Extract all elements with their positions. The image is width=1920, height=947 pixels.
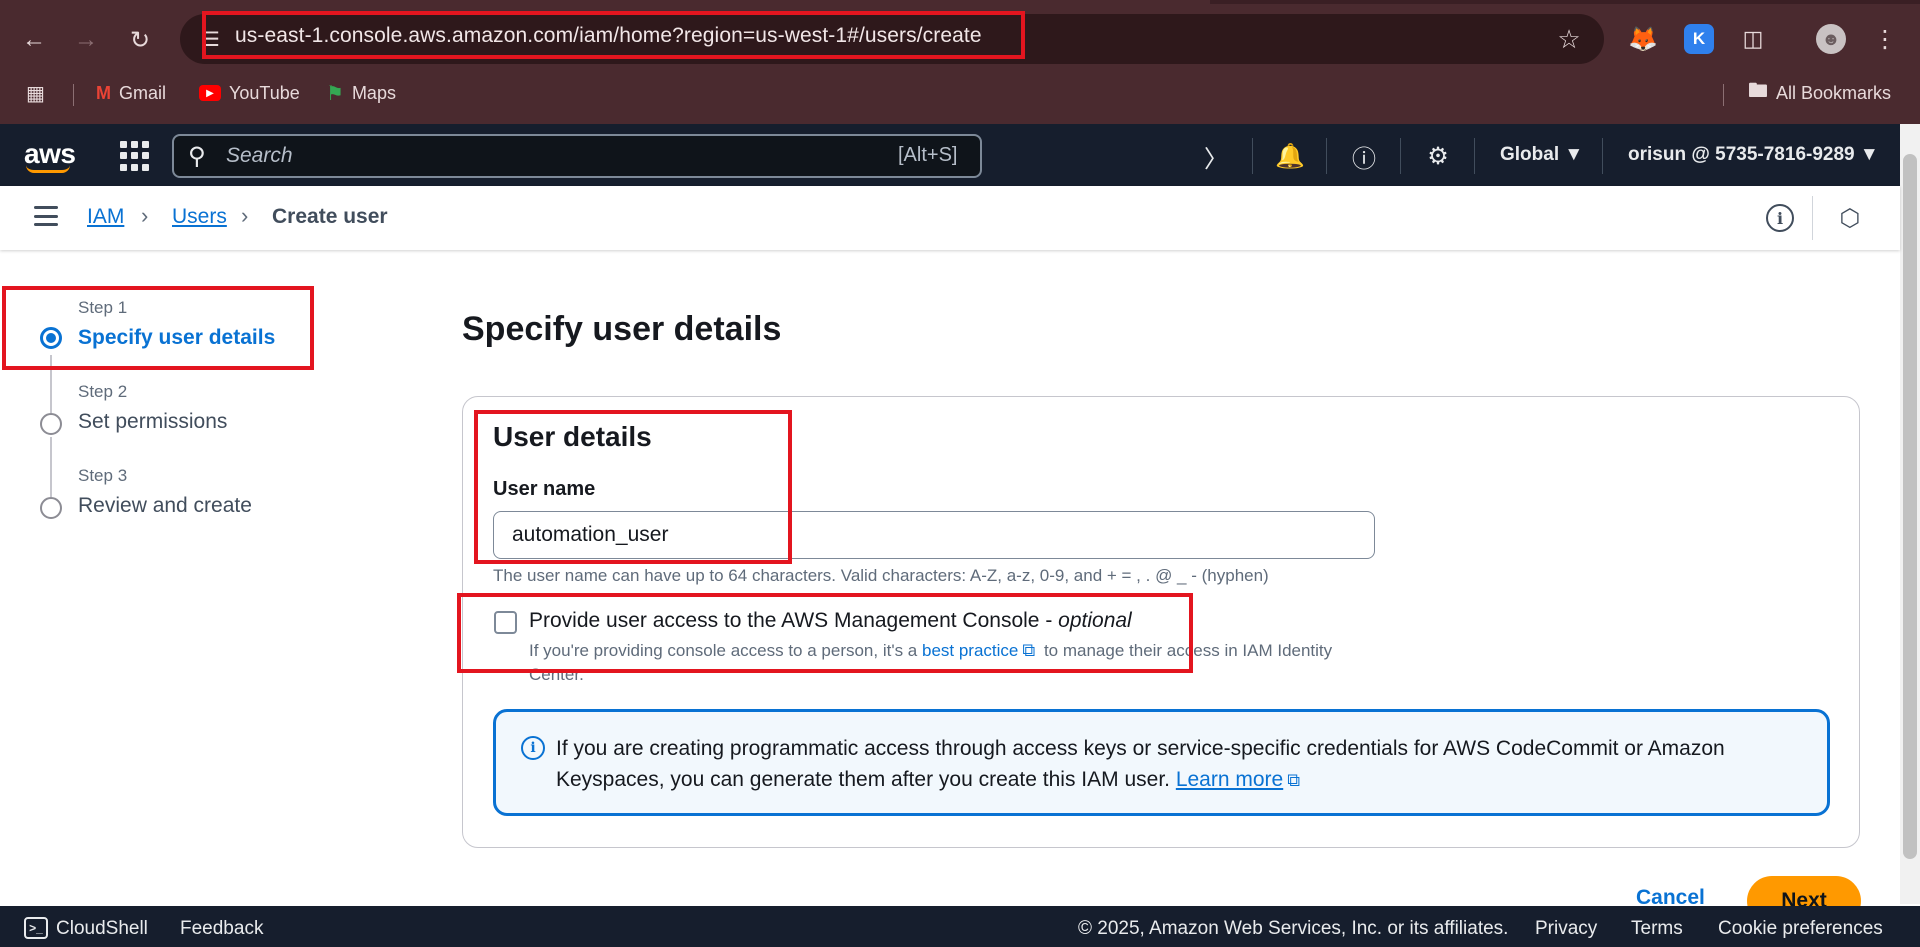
footer-feedback[interactable]: Feedback <box>180 918 263 940</box>
all-bookmarks-label: All Bookmarks <box>1776 82 1892 103</box>
bookmark-label: YouTube <box>229 82 300 103</box>
header-divider <box>1474 138 1475 174</box>
header-divider <box>1602 138 1603 174</box>
console-access-checkbox[interactable] <box>494 611 517 634</box>
step-1-title[interactable]: Specify user details <box>78 326 275 350</box>
youtube-icon: ▶ <box>199 85 221 101</box>
console-access-description: If you're providing console access to a … <box>529 638 1349 687</box>
metamask-extension-icon[interactable]: 🦊 <box>1628 24 1658 54</box>
breadcrumb-divider <box>1812 196 1813 240</box>
footer-cloudshell[interactable]: CloudShell <box>56 918 148 940</box>
maps-icon: ⚑ <box>326 82 344 105</box>
chevron-right-icon: › <box>241 203 249 228</box>
gmail-icon: M <box>96 82 111 103</box>
info-panel-icon[interactable]: i <box>1766 204 1794 232</box>
region-label: Global <box>1500 144 1560 165</box>
caret-down-icon: ▼ <box>1564 144 1584 165</box>
alert-text: If you are creating programmatic access … <box>556 737 1725 791</box>
browser-menu-icon[interactable]: ⋮ <box>1870 24 1900 54</box>
breadcrumb-iam[interactable]: IAM <box>87 205 124 229</box>
header-divider <box>1252 138 1253 174</box>
step-3-label: Step 3 <box>78 466 128 485</box>
external-link-icon[interactable]: ⧉ <box>1022 640 1035 660</box>
account-label: orisun @ 5735-7816-9289 <box>1628 144 1855 165</box>
cloudshell-icon[interactable]: 〉 <box>1200 140 1232 173</box>
step-1-label: Step 1 <box>78 298 128 317</box>
url-text[interactable]: us-east-1.console.aws.amazon.com/iam/hom… <box>235 24 982 48</box>
footer-terms[interactable]: Terms <box>1631 918 1683 940</box>
breadcrumb-current: Create user <box>272 205 388 228</box>
step-1-indicator-icon <box>40 327 62 349</box>
footer-privacy[interactable]: Privacy <box>1535 918 1597 940</box>
tab-strip <box>1210 0 1920 4</box>
step-3-indicator-icon <box>40 497 62 519</box>
header-divider <box>1400 138 1401 174</box>
chevron-right-icon: › <box>141 203 149 228</box>
step-2-label: Step 2 <box>78 382 128 401</box>
search-placeholder: Search <box>226 144 293 167</box>
search-icon: ⚲ <box>188 143 206 170</box>
folder-icon: 🖿 <box>1748 80 1768 102</box>
header-divider <box>1326 138 1327 174</box>
settings-gear-icon[interactable]: ⚙ <box>1422 140 1454 172</box>
extensions-puzzle-icon[interactable]: ◫ <box>1738 24 1768 54</box>
user-name-hint: The user name can have up to 64 characte… <box>493 566 1269 585</box>
page-title: Specify user details <box>462 310 782 348</box>
back-button[interactable]: ← <box>16 22 52 58</box>
footer-cookie-preferences[interactable]: Cookie preferences <box>1718 918 1883 940</box>
site-info-icon[interactable]: ☰ <box>196 24 226 54</box>
console-access-text: Provide user access to the AWS Managemen… <box>529 609 1059 632</box>
panel-title: User details <box>493 421 652 452</box>
external-link-icon[interactable]: ⧉ <box>1287 770 1300 790</box>
info-icon: i <box>521 736 545 760</box>
aws-logo-smile <box>26 165 70 173</box>
notifications-bell-icon[interactable]: 🔔 <box>1274 140 1306 172</box>
bookmark-youtube[interactable]: ▶ YouTube <box>199 78 300 108</box>
bookmark-star-icon[interactable]: ☆ <box>1552 22 1586 56</box>
step-connector <box>50 437 52 497</box>
breadcrumb-users[interactable]: Users <box>172 205 227 229</box>
help-icon[interactable]: ⓘ <box>1348 140 1380 173</box>
apps-grid-icon[interactable]: ▦ <box>26 78 45 108</box>
forward-button[interactable]: → <box>68 22 104 58</box>
scrollbar-thumb[interactable] <box>1903 154 1917 859</box>
console-access-label[interactable]: Provide user access to the AWS Managemen… <box>529 609 1132 633</box>
reload-button[interactable]: ↻ <box>122 22 158 58</box>
bookmarks-divider <box>1723 84 1724 106</box>
bookmark-label: Maps <box>351 82 396 103</box>
tools-hexagon-icon[interactable]: ⬡ <box>1836 204 1864 232</box>
footer-copyright: © 2025, Amazon Web Services, Inc. or its… <box>1078 918 1509 939</box>
console-search-input[interactable] <box>172 134 982 178</box>
bookmark-gmail[interactable]: M Gmail <box>96 78 166 108</box>
caret-down-icon: ▼ <box>1859 144 1879 165</box>
step-2-title: Set permissions <box>78 410 228 433</box>
learn-more-link[interactable]: Learn more <box>1176 768 1283 791</box>
bookmark-maps[interactable]: ⚑ Maps <box>326 78 396 108</box>
step-3-title: Review and create <box>78 494 252 517</box>
all-bookmarks[interactable]: 🖿 All Bookmarks <box>1748 78 1891 108</box>
optional-text: optional <box>1058 609 1132 632</box>
search-shortcut: [Alt+S] <box>898 144 958 166</box>
account-menu[interactable]: orisun @ 5735-7816-9289 ▼ <box>1628 144 1879 166</box>
user-name-input[interactable] <box>493 511 1375 559</box>
k-extension-icon[interactable]: K <box>1684 24 1714 54</box>
user-name-label: User name <box>493 478 596 500</box>
desc-text: If you're providing console access to a … <box>529 641 922 660</box>
step-connector <box>50 355 52 413</box>
services-grid-icon[interactable] <box>120 141 150 171</box>
info-alert-text: If you are creating programmatic access … <box>556 733 1806 796</box>
region-selector[interactable]: Global ▼ <box>1500 144 1583 166</box>
bookmarks-bar: ▦ M Gmail ▶ YouTube ⚑ Maps 🖿 All Bookmar… <box>0 76 1920 112</box>
profile-avatar[interactable]: ☻ <box>1816 24 1846 54</box>
best-practice-link[interactable]: best practice <box>922 641 1018 660</box>
bookmarks-divider <box>73 84 74 106</box>
bookmark-label: Gmail <box>119 82 167 103</box>
nav-menu-icon[interactable] <box>34 206 58 226</box>
step-2-indicator-icon <box>40 413 62 435</box>
cloudshell-icon[interactable]: >_ <box>24 917 48 939</box>
